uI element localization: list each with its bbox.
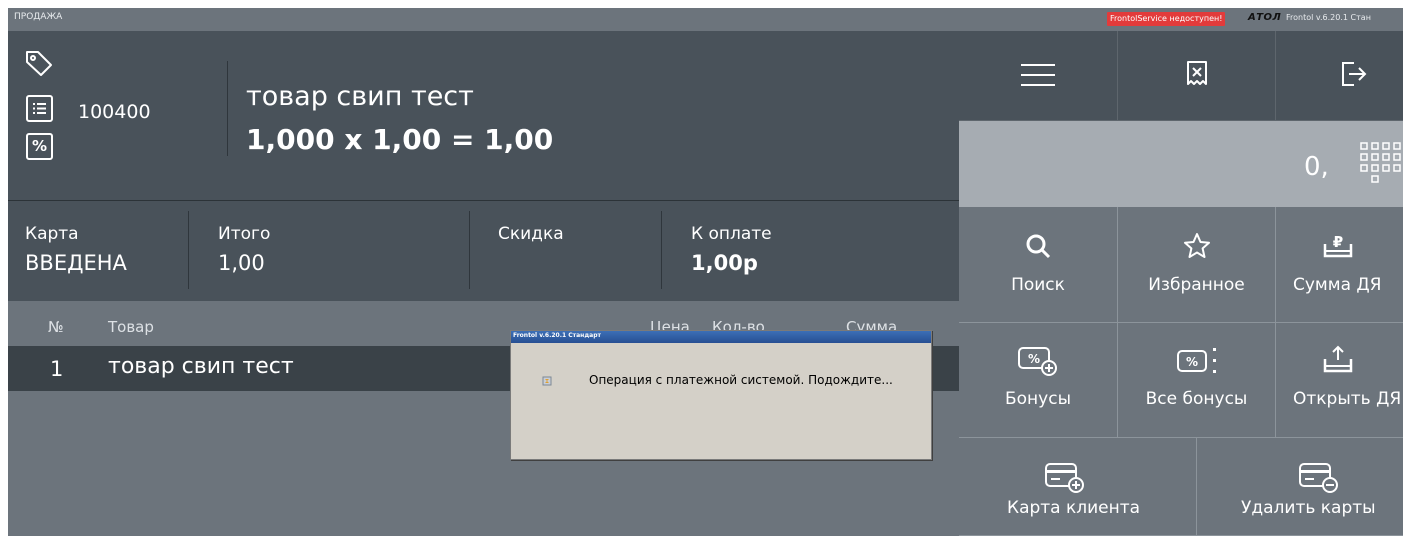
row-item-name: товар свип тест: [108, 354, 294, 379]
cancel-receipt-button[interactable]: [1118, 31, 1276, 121]
item-name: товар свип тест: [246, 81, 474, 112]
service-status-badge: FrontolService недоступен!: [1107, 12, 1226, 26]
card-label: Карта: [25, 224, 79, 244]
svg-text:%: %: [1028, 352, 1040, 366]
card-remove-icon: [1299, 463, 1338, 493]
discount-label: Скидка: [498, 224, 564, 244]
item-list-icon[interactable]: [26, 95, 53, 122]
totals-panel: Карта ВВЕДЕНА Итого 1,00 Скидка К оплате…: [8, 201, 959, 301]
exit-button[interactable]: [1276, 31, 1403, 121]
favorites-button[interactable]: Избранное: [1118, 207, 1276, 323]
card-add-icon: [1045, 463, 1084, 493]
current-item-panel: % 100400 товар свип тест 1,000 x 1,00 = …: [8, 31, 959, 200]
receipt-pane: % 100400 товар свип тест 1,000 x 1,00 = …: [8, 31, 959, 536]
open-drawer-icon: [1323, 345, 1353, 373]
cancel-receipt-icon: [1186, 61, 1207, 85]
divider: [469, 211, 470, 289]
svg-text:%: %: [1185, 355, 1197, 369]
amount-value: 0,: [1304, 152, 1329, 182]
dialog-title: Frontol v.6.20.1 Стандарт: [513, 332, 601, 339]
amount-display[interactable]: 0,: [959, 121, 1403, 207]
atol-logo: АТОЛ: [1248, 12, 1282, 23]
discount-percent-icon[interactable]: %: [26, 133, 53, 160]
card-status: ВВЕДЕНА: [25, 251, 127, 275]
sum-da-button[interactable]: ₽ Сумма ДЯ: [1276, 207, 1403, 323]
title-bar: ПРОДАЖА FrontolService недоступен! АТОЛ …: [8, 8, 1403, 31]
dialog-message: Операция с платежной системой. Подождите…: [589, 373, 893, 387]
bonus-add-icon: %: [1018, 347, 1057, 376]
frontol-window: ПРОДАЖА FrontolService недоступен! АТОЛ …: [8, 8, 1403, 536]
star-icon: [1183, 233, 1210, 258]
total-label: Итого: [218, 224, 271, 244]
column-header-number: №: [48, 318, 64, 336]
open-da-button[interactable]: Открыть ДЯ: [1276, 323, 1403, 438]
cash-drawer-ruble-icon: ₽: [1323, 233, 1353, 258]
delete-cards-button[interactable]: Удалить карты: [1197, 438, 1403, 536]
item-calculation: 1,000 x 1,00 = 1,00: [246, 123, 554, 156]
divider: [188, 211, 189, 289]
open-da-label: Открыть ДЯ: [1293, 389, 1402, 409]
exit-icon: [1342, 62, 1367, 86]
row-number: 1: [50, 357, 64, 381]
total-value: 1,00: [218, 251, 265, 275]
divider: [227, 61, 228, 156]
version-label: Frontol v.6.20.1 Стан: [1286, 13, 1371, 22]
client-card-label: Карта клиента: [1007, 498, 1141, 518]
search-icon: [1026, 234, 1051, 259]
search-button[interactable]: Поиск: [959, 207, 1118, 323]
client-card-button[interactable]: Карта клиента: [959, 438, 1197, 536]
payment-wait-dialog[interactable]: Frontol v.6.20.1 Стандарт Операция с пла…: [510, 330, 932, 460]
mode-title: ПРОДАЖА: [14, 12, 63, 22]
svg-text:₽: ₽: [1333, 233, 1343, 251]
bonuses-button[interactable]: % Бонусы: [959, 323, 1118, 438]
sum-da-label: Сумма ДЯ: [1293, 275, 1382, 295]
search-label: Поиск: [1011, 275, 1065, 295]
function-pane: 0, Поиск Избранное ₽ Сумма ДЯ % Бонусы %…: [959, 31, 1403, 536]
item-code: 100400: [78, 101, 151, 123]
column-header-item: Товар: [108, 318, 154, 336]
hourglass-icon: [542, 376, 552, 386]
menu-icon: [1021, 64, 1055, 86]
favorites-label: Избранное: [1148, 275, 1245, 295]
delete-cards-label: Удалить карты: [1241, 498, 1376, 518]
dialog-title-bar[interactable]: Frontol v.6.20.1 Стандарт: [511, 331, 931, 343]
bonuses-label: Бонусы: [1004, 389, 1071, 409]
divider: [661, 211, 662, 289]
due-label: К оплате: [691, 224, 772, 244]
all-bonuses-button[interactable]: % Все бонусы: [1118, 323, 1276, 438]
menu-button[interactable]: [959, 31, 1118, 121]
all-bonuses-label: Все бонусы: [1145, 389, 1248, 409]
price-tag-icon[interactable]: [24, 48, 54, 78]
all-bonuses-icon: %: [1176, 348, 1216, 373]
due-value: 1,00р: [691, 251, 758, 275]
keypad-icon[interactable]: [1359, 141, 1403, 191]
